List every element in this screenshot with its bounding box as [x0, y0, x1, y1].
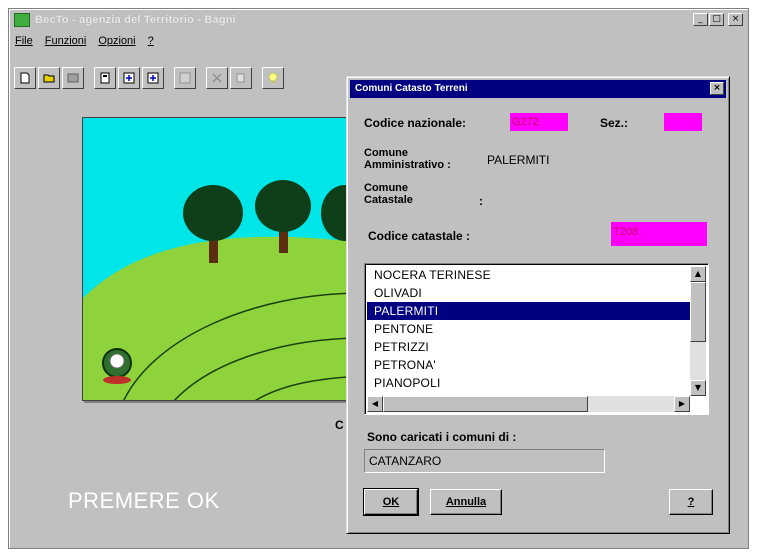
- list-item[interactable]: NOCERA TERINESE: [367, 266, 690, 284]
- sez-label: Sez.:: [600, 116, 629, 130]
- comuni-listbox[interactable]: NOCERA TERINESE OLIVADI PALERMITI PENTONE PE…: [364, 263, 709, 415]
- codice-nazionale-label: Codice nazionale:: [364, 116, 467, 130]
- landscape-illustration: [82, 117, 362, 401]
- horizontal-scroll-thumb[interactable]: [383, 396, 588, 412]
- scroll-right-button[interactable]: ▶: [674, 396, 690, 412]
- minimize-button[interactable]: _: [693, 13, 708, 26]
- window-title: BecTo - agenzia del Territorio - Bagni: [35, 14, 236, 26]
- new-document-icon[interactable]: [14, 67, 36, 89]
- title-bar[interactable]: BecTo - agenzia del Territorio - Bagni _…: [11, 11, 746, 29]
- close-window-button[interactable]: ×: [728, 13, 743, 26]
- comune-amministrativo-label: Comune Amministrativo :: [364, 147, 451, 171]
- list-item[interactable]: PENTONE: [367, 320, 690, 338]
- disk-icon[interactable]: [62, 67, 84, 89]
- transfer-out-icon[interactable]: [142, 67, 164, 89]
- cut-icon[interactable]: [206, 67, 228, 89]
- grid-icon[interactable]: [174, 67, 196, 89]
- close-icon[interactable]: ×: [710, 82, 724, 95]
- open-folder-icon[interactable]: [38, 67, 60, 89]
- comuni-dialog: Comuni Catasto Terreni × Codice nazional…: [346, 76, 730, 534]
- premere-ok-text: PREMERE OK: [68, 488, 220, 513]
- vertical-scrollbar[interactable]: ▲ ▼: [690, 266, 706, 396]
- copy-icon[interactable]: [230, 67, 252, 89]
- partial-caption: C: [335, 418, 344, 432]
- menu-help[interactable]: ?: [148, 35, 154, 47]
- scroll-thumb[interactable]: [690, 282, 706, 342]
- list-item[interactable]: OLIVADI: [367, 284, 690, 302]
- caricati-value: CATANZARO: [364, 449, 605, 473]
- sez-field[interactable]: [664, 113, 702, 131]
- toolbar: [14, 67, 286, 93]
- ok-button[interactable]: OK: [363, 488, 419, 516]
- transfer-in-icon[interactable]: [118, 67, 140, 89]
- list-item[interactable]: PETRONA': [367, 356, 690, 374]
- menu-bar: File Funzioni Opzioni ?: [15, 33, 154, 49]
- annulla-button[interactable]: Annulla: [430, 489, 502, 515]
- comune-catastale-colon: :: [479, 194, 483, 208]
- maximize-button[interactable]: □: [709, 13, 724, 26]
- dialog-title-bar[interactable]: Comuni Catasto Terreni ×: [350, 80, 726, 98]
- app-icon: [14, 13, 30, 27]
- menu-funzioni[interactable]: Funzioni: [45, 35, 87, 47]
- scroll-down-button[interactable]: ▼: [690, 380, 706, 396]
- horizontal-scrollbar[interactable]: ◀ ▶: [367, 396, 690, 412]
- list-item[interactable]: PETRIZZI: [367, 338, 690, 356]
- menu-opzioni[interactable]: Opzioni: [98, 35, 135, 47]
- menu-file[interactable]: File: [15, 35, 33, 47]
- help-button[interactable]: ?: [669, 489, 713, 515]
- comune-catastale-label: Comune Catastale: [364, 182, 413, 206]
- list-item[interactable]: PIANOPOLI: [367, 374, 690, 392]
- dialog-title: Comuni Catasto Terreni: [355, 83, 468, 94]
- codice-catastale-label: Codice catastale :: [368, 229, 471, 243]
- caricati-label: Sono caricati i comuni di :: [367, 430, 517, 444]
- list-item[interactable]: PALERMITI: [367, 302, 690, 320]
- scroll-left-button[interactable]: ◀: [367, 396, 383, 412]
- calculator-icon[interactable]: [94, 67, 116, 89]
- scroll-up-button[interactable]: ▲: [690, 266, 706, 282]
- codice-catastale-field[interactable]: T208: [611, 222, 707, 246]
- lightbulb-icon[interactable]: [262, 67, 284, 89]
- comune-amministrativo-value: PALERMITI: [487, 153, 550, 167]
- codice-nazionale-field[interactable]: G272: [510, 113, 568, 131]
